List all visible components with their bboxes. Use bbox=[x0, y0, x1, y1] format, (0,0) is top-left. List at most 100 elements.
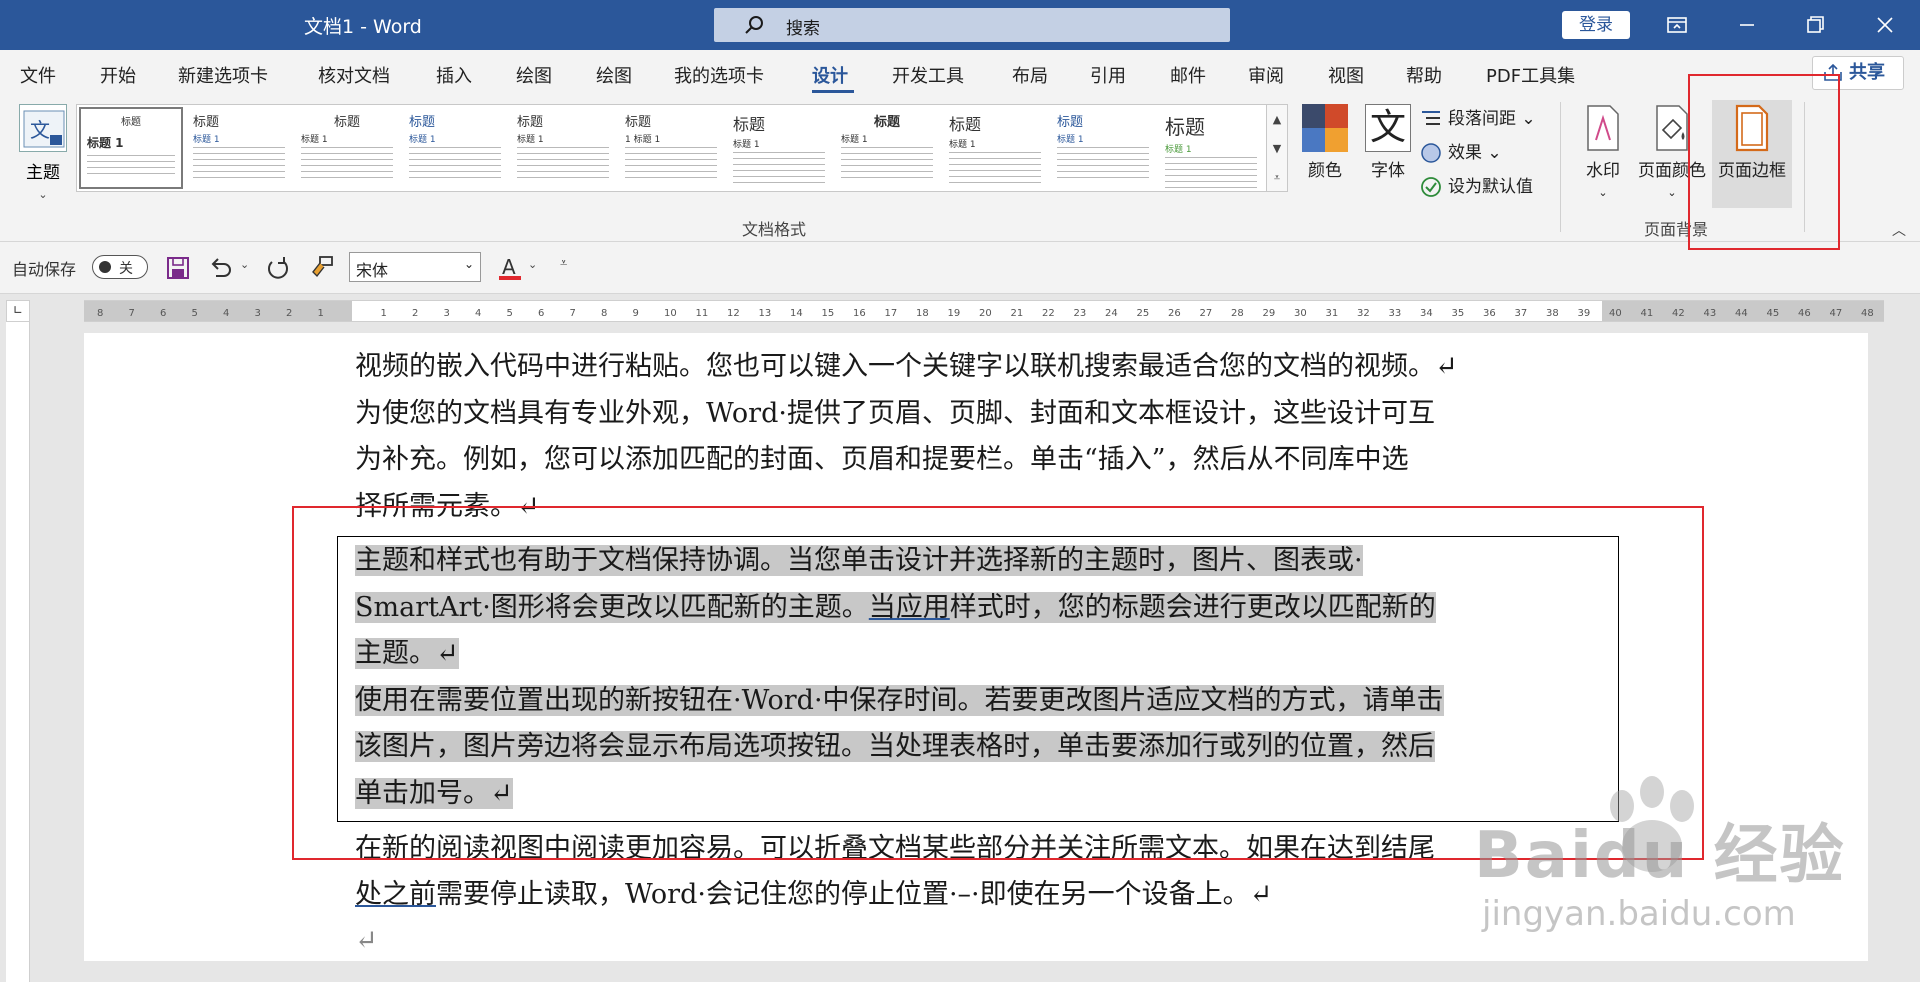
font-color-dropdown-icon[interactable]: ⌄ bbox=[528, 258, 537, 271]
collapse-ribbon-icon[interactable]: ︿ bbox=[1892, 220, 1906, 240]
tab-review[interactable]: 审阅 bbox=[1248, 62, 1284, 88]
checkmark-icon bbox=[1421, 177, 1441, 197]
autosave-toggle[interactable]: 关 bbox=[92, 255, 148, 279]
minimize-icon[interactable] bbox=[1732, 10, 1762, 40]
doc-line[interactable]: 视频的嵌入代码中进行粘贴。您也可以键入一个关键字以联机搜索最适合您的文档的视频。… bbox=[355, 344, 1605, 391]
ruler-number: 3 bbox=[255, 308, 261, 319]
horizontal-ruler[interactable]: 8 7 6 5 4 3 2 1 1 2 3 4 5 6 7 8 9 10 11 12 13 14 15 16 17 18 19 20 2… bbox=[84, 300, 1884, 322]
gallery-scrollbar[interactable]: ▲ ▼ ⩡ bbox=[1266, 104, 1288, 192]
tab-file[interactable]: 文件 bbox=[20, 62, 56, 88]
redo-icon[interactable] bbox=[264, 254, 292, 282]
doc-line-empty[interactable]: ↵ bbox=[355, 918, 1605, 965]
save-icon[interactable] bbox=[164, 254, 192, 282]
tab-references[interactable]: 引用 bbox=[1090, 62, 1126, 88]
ribbon-display-options-icon[interactable] bbox=[1662, 10, 1692, 40]
ruler-number: 24 bbox=[1105, 308, 1118, 319]
style-set-thumbnail[interactable]: 标题 标题 1 bbox=[187, 107, 291, 189]
ruler-number: 1 bbox=[318, 308, 324, 319]
style-set-thumbnail[interactable]: 标题 标题 1 bbox=[835, 107, 939, 189]
style-set-thumbnail[interactable]: 标题 标题 1 bbox=[943, 107, 1047, 189]
themes-icon: 文 bbox=[19, 104, 67, 152]
tab-design[interactable]: 设计 bbox=[812, 62, 848, 88]
search-box[interactable]: 搜索 bbox=[714, 8, 1230, 42]
paragraph-spacing-button[interactable]: 段落间距 ⌄ bbox=[1420, 104, 1536, 130]
ruler-number: 12 bbox=[727, 308, 740, 319]
ruler-number: 15 bbox=[822, 308, 835, 319]
style-set-thumbnail[interactable]: 标题 标题 1 bbox=[511, 107, 615, 189]
ruler-number: 2 bbox=[286, 308, 292, 319]
format-painter-icon[interactable] bbox=[308, 254, 336, 282]
ruler-number: 38 bbox=[1546, 308, 1559, 319]
ruler-number: 23 bbox=[1074, 308, 1087, 319]
doc-line[interactable]: 处之前需要停止读取，Word·会记住您的停止位置·–·即使在另一个设备上。↵ bbox=[355, 872, 1605, 919]
style-set-thumbnail[interactable]: 标题 1 标题 1 bbox=[619, 107, 723, 189]
tab-pdf-tools[interactable]: PDF工具集 bbox=[1486, 62, 1575, 88]
search-placeholder: 搜索 bbox=[786, 19, 820, 39]
undo-dropdown-icon[interactable]: ⌄ bbox=[240, 258, 249, 271]
themes-button[interactable]: 文 主题 ⌄ bbox=[16, 104, 70, 204]
gallery-more-icon[interactable]: ⩡ bbox=[1267, 163, 1287, 192]
fonts-label: 字体 bbox=[1371, 161, 1405, 181]
tab-home[interactable]: 开始 bbox=[100, 62, 136, 88]
ruler-number: 44 bbox=[1735, 308, 1748, 319]
font-name-select[interactable]: 宋体 ⌄ bbox=[349, 252, 481, 282]
tab-view[interactable]: 视图 bbox=[1328, 62, 1364, 88]
chevron-down-icon: ⌄ bbox=[1598, 186, 1608, 199]
ruler-ticks: 8 7 6 5 4 3 2 1 1 2 3 4 5 6 7 8 9 10 11 12 13 14 15 16 17 18 19 20 2… bbox=[97, 308, 1874, 319]
tab-layout[interactable]: 布局 bbox=[1012, 62, 1048, 88]
close-icon[interactable] bbox=[1870, 10, 1900, 40]
style-set-thumbnail[interactable]: 标题 标题 1 bbox=[79, 107, 183, 189]
tab-selector[interactable]: ∟ bbox=[6, 300, 30, 322]
search-icon bbox=[745, 16, 763, 34]
colors-button[interactable]: 颜色 bbox=[1298, 104, 1352, 181]
tab-developer[interactable]: 开发工具 bbox=[892, 62, 964, 88]
title-bar: 文档1 - Word 搜索 登录 bbox=[0, 0, 1920, 50]
ruler-number: 7 bbox=[129, 308, 135, 319]
ruler-number: 26 bbox=[1168, 308, 1181, 319]
ruler-number: 8 bbox=[97, 308, 103, 319]
style-set-gallery: 标题 标题 1 标题 标题 1 标题 标题 1 标题 标题 1 标题 标题 1 … bbox=[76, 104, 1272, 192]
tab-my-tab[interactable]: 我的选项卡 bbox=[674, 62, 764, 88]
autosave-state: 关 bbox=[119, 261, 133, 277]
style-set-thumbnail[interactable]: 标题 标题 1 bbox=[1159, 107, 1263, 189]
font-color-icon[interactable]: A bbox=[496, 254, 524, 282]
group-label-doc-format: 文档格式 bbox=[742, 220, 807, 239]
fonts-button[interactable]: 文 字体 bbox=[1362, 104, 1414, 181]
tab-insert[interactable]: 插入 bbox=[436, 62, 472, 88]
doc-line[interactable]: 为使您的文档具有专业外观，Word·提供了页眉、页脚、封面和文本框设计，这些设计… bbox=[355, 391, 1605, 438]
chevron-down-icon[interactable]: ▼ bbox=[1267, 134, 1287, 163]
vertical-ruler[interactable] bbox=[6, 322, 30, 982]
tab-mailings[interactable]: 邮件 bbox=[1170, 62, 1206, 88]
style-set-thumbnail[interactable]: 标题 标题 1 bbox=[1051, 107, 1155, 189]
tab-review-doc[interactable]: 核对文档 bbox=[318, 62, 390, 88]
ruler-number: 11 bbox=[696, 308, 709, 319]
ruler-number: 27 bbox=[1200, 308, 1213, 319]
ruler-number: 14 bbox=[790, 308, 803, 319]
style-set-thumbnail[interactable]: 标题 标题 1 bbox=[403, 107, 507, 189]
tab-draw-1[interactable]: 绘图 bbox=[516, 62, 552, 88]
tab-draw-2[interactable]: 绘图 bbox=[596, 62, 632, 88]
ruler-number: 21 bbox=[1011, 308, 1024, 319]
chevron-up-icon[interactable]: ▲ bbox=[1267, 105, 1287, 134]
watermark-button[interactable]: 水印 ⌄ bbox=[1578, 104, 1628, 201]
ruler-number: 31 bbox=[1326, 308, 1339, 319]
restore-icon[interactable] bbox=[1800, 10, 1830, 40]
customize-toolbar-icon[interactable]: ⩡ bbox=[560, 256, 567, 271]
ruler-number: 28 bbox=[1231, 308, 1244, 319]
style-set-thumbnail[interactable]: 标题 标题 1 bbox=[727, 107, 831, 189]
themes-label: 主题 bbox=[26, 163, 60, 183]
effects-button[interactable]: 效果 ⌄ bbox=[1420, 138, 1502, 164]
set-as-default-button[interactable]: 设为默认值 bbox=[1420, 172, 1533, 198]
baidu-watermark: Baidu 经验 jingyan.baidu.com bbox=[1474, 776, 1914, 956]
tab-new-tab[interactable]: 新建选项卡 bbox=[178, 62, 268, 88]
style-set-thumbnail[interactable]: 标题 标题 1 bbox=[295, 107, 399, 189]
ruler-number: 3 bbox=[444, 308, 450, 319]
ruler-number: 42 bbox=[1672, 308, 1685, 319]
undo-icon[interactable] bbox=[206, 254, 234, 282]
ruler-number: 9 bbox=[633, 308, 639, 319]
ribbon-design: 文 主题 ⌄ 标题 标题 1 标题 标题 1 标题 标题 1 标题 标题 1 标… bbox=[0, 96, 1920, 242]
tab-help[interactable]: 帮助 bbox=[1406, 62, 1442, 88]
doc-line[interactable]: 为补充。例如，您可以添加匹配的封面、页眉和提要栏。单击“插入”，然后从不同库中选 bbox=[355, 437, 1605, 484]
login-button[interactable]: 登录 bbox=[1562, 11, 1630, 39]
annotation-box-page-borders bbox=[1688, 74, 1840, 250]
